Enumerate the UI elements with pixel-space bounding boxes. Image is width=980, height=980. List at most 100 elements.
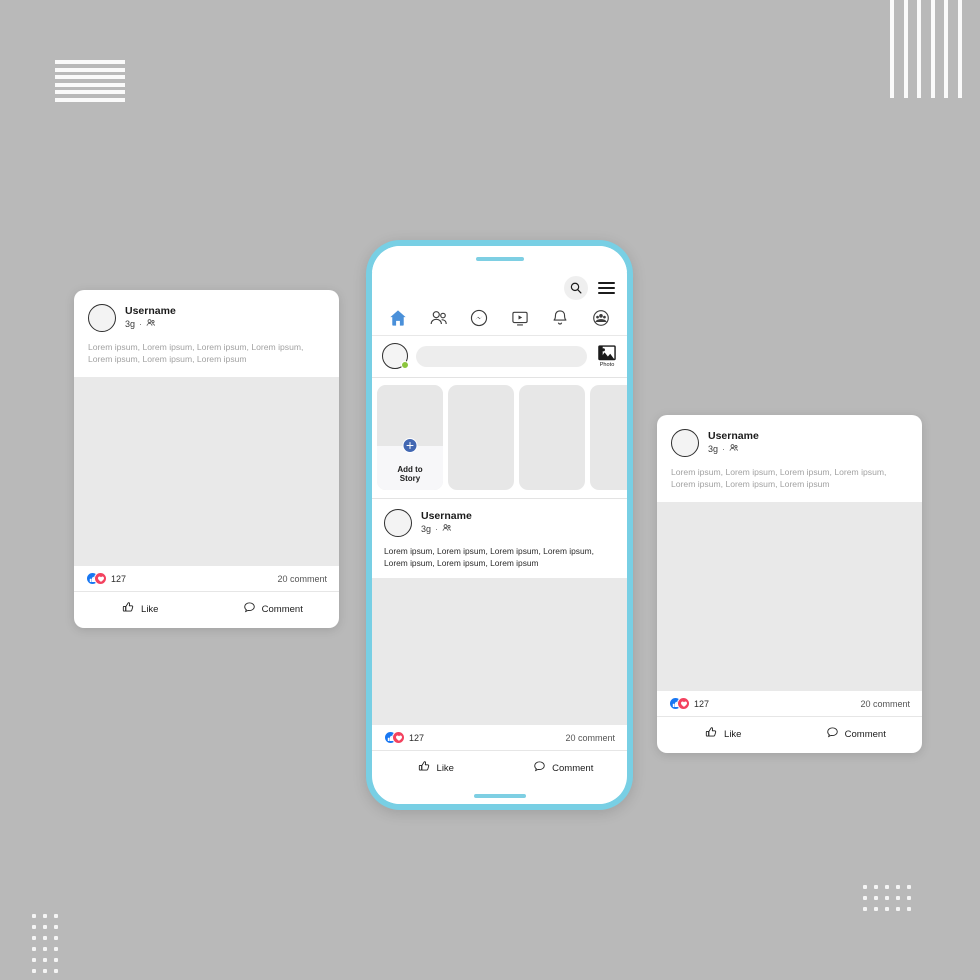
post-composer: Photo [372, 336, 627, 378]
reactions-group[interactable]: 127 [86, 572, 126, 585]
like-button[interactable]: Like [74, 601, 207, 617]
decorative-dot-grid-bottom-left [32, 914, 65, 980]
like-button[interactable]: Like [372, 760, 500, 776]
decorative-dot [885, 907, 889, 911]
post-header: Username 3g · [657, 415, 922, 457]
comment-count[interactable]: 20 comment [277, 574, 327, 584]
post-username[interactable]: Username [708, 430, 759, 443]
decorative-dot [54, 936, 58, 940]
decorative-dot [907, 896, 911, 900]
reaction-count: 127 [409, 732, 425, 743]
post-username[interactable]: Username [421, 510, 472, 523]
decorative-dot [32, 969, 36, 973]
decorative-dot [885, 885, 889, 889]
comment-bubble-icon [243, 601, 256, 617]
comment-button[interactable]: Comment [207, 601, 340, 617]
meta-separator: · [435, 523, 439, 534]
composer-input[interactable] [416, 345, 587, 367]
decorative-dot [43, 914, 47, 918]
post-card-left: Username 3g · Lorem ipsum, Lorem ipsum, … [74, 290, 339, 628]
photo-upload-button[interactable]: Photo [595, 344, 619, 368]
post-actions-row: Like Comment [74, 592, 339, 628]
phone-speaker-area [372, 246, 627, 272]
comment-count[interactable]: 20 comment [565, 733, 615, 743]
decorative-dot [32, 947, 36, 951]
decorative-dot [863, 896, 867, 900]
comment-button[interactable]: Comment [790, 726, 923, 742]
decorative-horizontal-lines [55, 60, 125, 102]
phone-post-card: Username 3g · Lorem ipsum, Lorem ipsum, … [372, 499, 627, 787]
decorative-dot [896, 907, 900, 911]
decorative-dot [32, 958, 36, 962]
stories-tray: Add to Story [372, 378, 627, 499]
post-image-placeholder[interactable] [372, 578, 627, 725]
add-story-thumbnail [377, 385, 443, 446]
comment-label: Comment [844, 728, 886, 740]
composer-avatar[interactable] [382, 343, 409, 369]
post-time: 3g [421, 523, 432, 534]
decorative-dot [874, 896, 878, 900]
friends-icon[interactable] [429, 308, 449, 328]
avatar[interactable] [384, 509, 412, 537]
post-header: Username 3g · [372, 499, 627, 537]
watch-video-icon[interactable] [510, 308, 530, 328]
add-to-story-card[interactable]: Add to Story [377, 385, 443, 490]
post-text: Lorem ipsum, Lorem ipsum, Lorem ipsum, L… [384, 546, 594, 569]
story-card-placeholder[interactable] [448, 385, 514, 490]
reaction-love-badge [677, 697, 690, 710]
post-meta: 3g · [125, 318, 176, 332]
home-indicator[interactable] [473, 793, 526, 798]
decorative-dot-grid-bottom-right [863, 885, 918, 918]
friends-audience-icon[interactable] [146, 318, 156, 332]
like-button[interactable]: Like [657, 726, 790, 742]
add-story-label: Add to Story [397, 464, 423, 483]
hamburger-menu-icon[interactable] [598, 281, 615, 295]
thumbs-up-icon [122, 601, 135, 617]
like-label: Like [436, 762, 454, 774]
decorative-dot [54, 947, 58, 951]
home-icon[interactable] [388, 308, 408, 328]
notifications-bell-icon[interactable] [550, 308, 570, 328]
decorative-dot [54, 925, 58, 929]
decorative-dot [863, 885, 867, 889]
comment-button[interactable]: Comment [500, 760, 628, 776]
groups-profile-icon[interactable] [591, 308, 611, 328]
photo-image-icon [595, 344, 619, 362]
search-icon[interactable] [564, 276, 588, 300]
avatar[interactable] [88, 304, 116, 332]
home-indicator-row [372, 787, 627, 804]
phone-speaker-bar [475, 257, 524, 261]
decorative-vertical-lines [890, 0, 980, 98]
reactions-group[interactable]: 127 [669, 697, 709, 710]
reaction-love-badge [94, 572, 107, 585]
post-card-right: Username 3g · Lorem ipsum, Lorem ipsum, … [657, 415, 922, 753]
photo-label: Photo [599, 361, 615, 368]
post-text: Lorem ipsum, Lorem ipsum, Lorem ipsum, L… [671, 467, 887, 490]
post-time: 3g [708, 443, 719, 454]
friends-audience-icon[interactable] [442, 523, 452, 537]
post-image-placeholder[interactable] [657, 501, 922, 691]
decorative-dot [874, 907, 878, 911]
post-image-placeholder[interactable] [74, 376, 339, 566]
decorative-dot [32, 925, 36, 929]
decorative-dot [874, 885, 878, 889]
phone-screen: Photo Add to Story Username 3g · Lorem i… [372, 246, 627, 804]
post-identity-row: Username 3g · [88, 304, 325, 332]
decorative-dot [43, 936, 47, 940]
meta-separator: · [139, 318, 143, 329]
decorative-dot [32, 914, 36, 918]
post-username[interactable]: Username [125, 305, 176, 318]
story-card-placeholder[interactable] [590, 385, 627, 490]
decorative-dot [54, 969, 58, 973]
comment-count[interactable]: 20 comment [860, 699, 910, 709]
story-card-placeholder[interactable] [519, 385, 585, 490]
avatar[interactable] [671, 429, 699, 457]
decorative-dot [32, 936, 36, 940]
add-story-footer: Add to Story [377, 438, 443, 490]
messenger-icon[interactable] [469, 308, 489, 328]
reactions-group[interactable]: 127 [384, 731, 424, 744]
thumbs-up-icon [418, 760, 431, 776]
friends-audience-icon[interactable] [729, 443, 739, 457]
decorative-dot [907, 885, 911, 889]
decorative-dot [54, 958, 58, 962]
